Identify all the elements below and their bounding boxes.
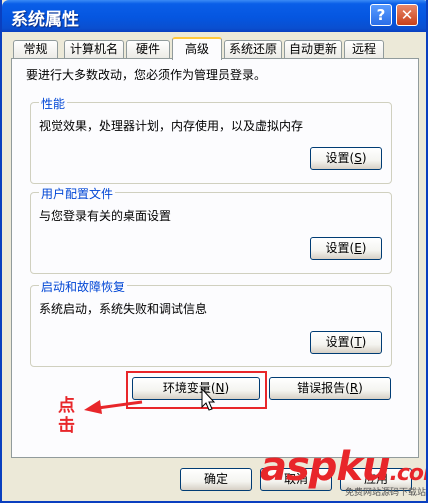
highlight-box xyxy=(126,371,267,409)
error-reporting-button[interactable]: 错误报告(R) xyxy=(269,377,391,400)
user-profiles-description: 与您登录有关的桌面设置 xyxy=(39,209,172,223)
performance-group: 性能 视觉效果，处理器计划，内存使用，以及虚拟内存 xyxy=(30,95,392,184)
button-label: 设置 xyxy=(325,241,350,255)
help-icon: ? xyxy=(376,6,386,24)
close-button[interactable]: ✕ xyxy=(396,4,418,26)
tab-computer-name[interactable]: 计算机名 xyxy=(64,40,124,58)
mnemonic-key: T xyxy=(354,335,362,349)
title-bar[interactable]: 系统属性 ? ✕ xyxy=(2,0,426,32)
tab-system-restore[interactable]: 系统还原 xyxy=(224,40,282,58)
mnemonic-key: R xyxy=(349,381,359,395)
mouse-cursor-icon xyxy=(201,388,216,411)
button-label: 设置 xyxy=(325,151,350,165)
system-properties-dialog: 系统属性 ? ✕ 常规 计算机名 硬件 高级 系统还原 自动更新 远程 要进行大… xyxy=(0,0,428,503)
watermark-logo: aspku.com xyxy=(260,444,426,490)
performance-description: 视觉效果，处理器计划，内存使用，以及虚拟内存 xyxy=(39,119,304,133)
performance-settings-button[interactable]: 设置(S) xyxy=(310,147,382,170)
startup-recovery-settings-button[interactable]: 设置(T) xyxy=(310,331,382,354)
button-label: 错误报告 xyxy=(297,381,346,395)
tab-remote[interactable]: 远程 xyxy=(344,40,384,58)
startup-recovery-legend: 启动和故障恢复 xyxy=(39,278,128,295)
performance-legend: 性能 xyxy=(39,95,68,112)
window-title: 系统属性 xyxy=(11,10,79,30)
tab-general[interactable]: 常规 xyxy=(13,40,58,58)
ok-button[interactable]: 确定 xyxy=(180,468,252,491)
arrow-icon xyxy=(84,400,143,414)
user-profiles-group: 用户配置文件 与您登录有关的桌面设置 xyxy=(30,185,392,274)
admin-notice: 要进行大多数改动，您必须作为管理员登录。 xyxy=(26,68,267,82)
startup-recovery-group: 启动和故障恢复 系统启动，系统失败和调试信息 xyxy=(30,278,392,367)
watermark-tld: .com xyxy=(389,461,426,486)
startup-recovery-description: 系统启动，系统失败和调试信息 xyxy=(39,302,208,316)
watermark: aspku.com 免费网站源码下载站 xyxy=(260,444,426,500)
watermark-tagline: 免费网站源码下载站 xyxy=(344,488,426,498)
click-callout: 点击 xyxy=(58,396,75,436)
user-profiles-settings-button[interactable]: 设置(E) xyxy=(310,237,382,260)
watermark-brand: aspku xyxy=(260,444,391,490)
tab-advanced[interactable]: 高级 xyxy=(172,37,222,60)
mnemonic-key: S xyxy=(354,151,362,165)
close-icon: ✕ xyxy=(400,6,414,24)
mnemonic-key: E xyxy=(354,241,362,255)
button-label: 设置 xyxy=(325,335,350,349)
tab-automatic-updates[interactable]: 自动更新 xyxy=(284,40,342,58)
tab-hardware[interactable]: 硬件 xyxy=(126,40,170,58)
help-button[interactable]: ? xyxy=(370,4,392,26)
user-profiles-legend: 用户配置文件 xyxy=(39,185,116,202)
